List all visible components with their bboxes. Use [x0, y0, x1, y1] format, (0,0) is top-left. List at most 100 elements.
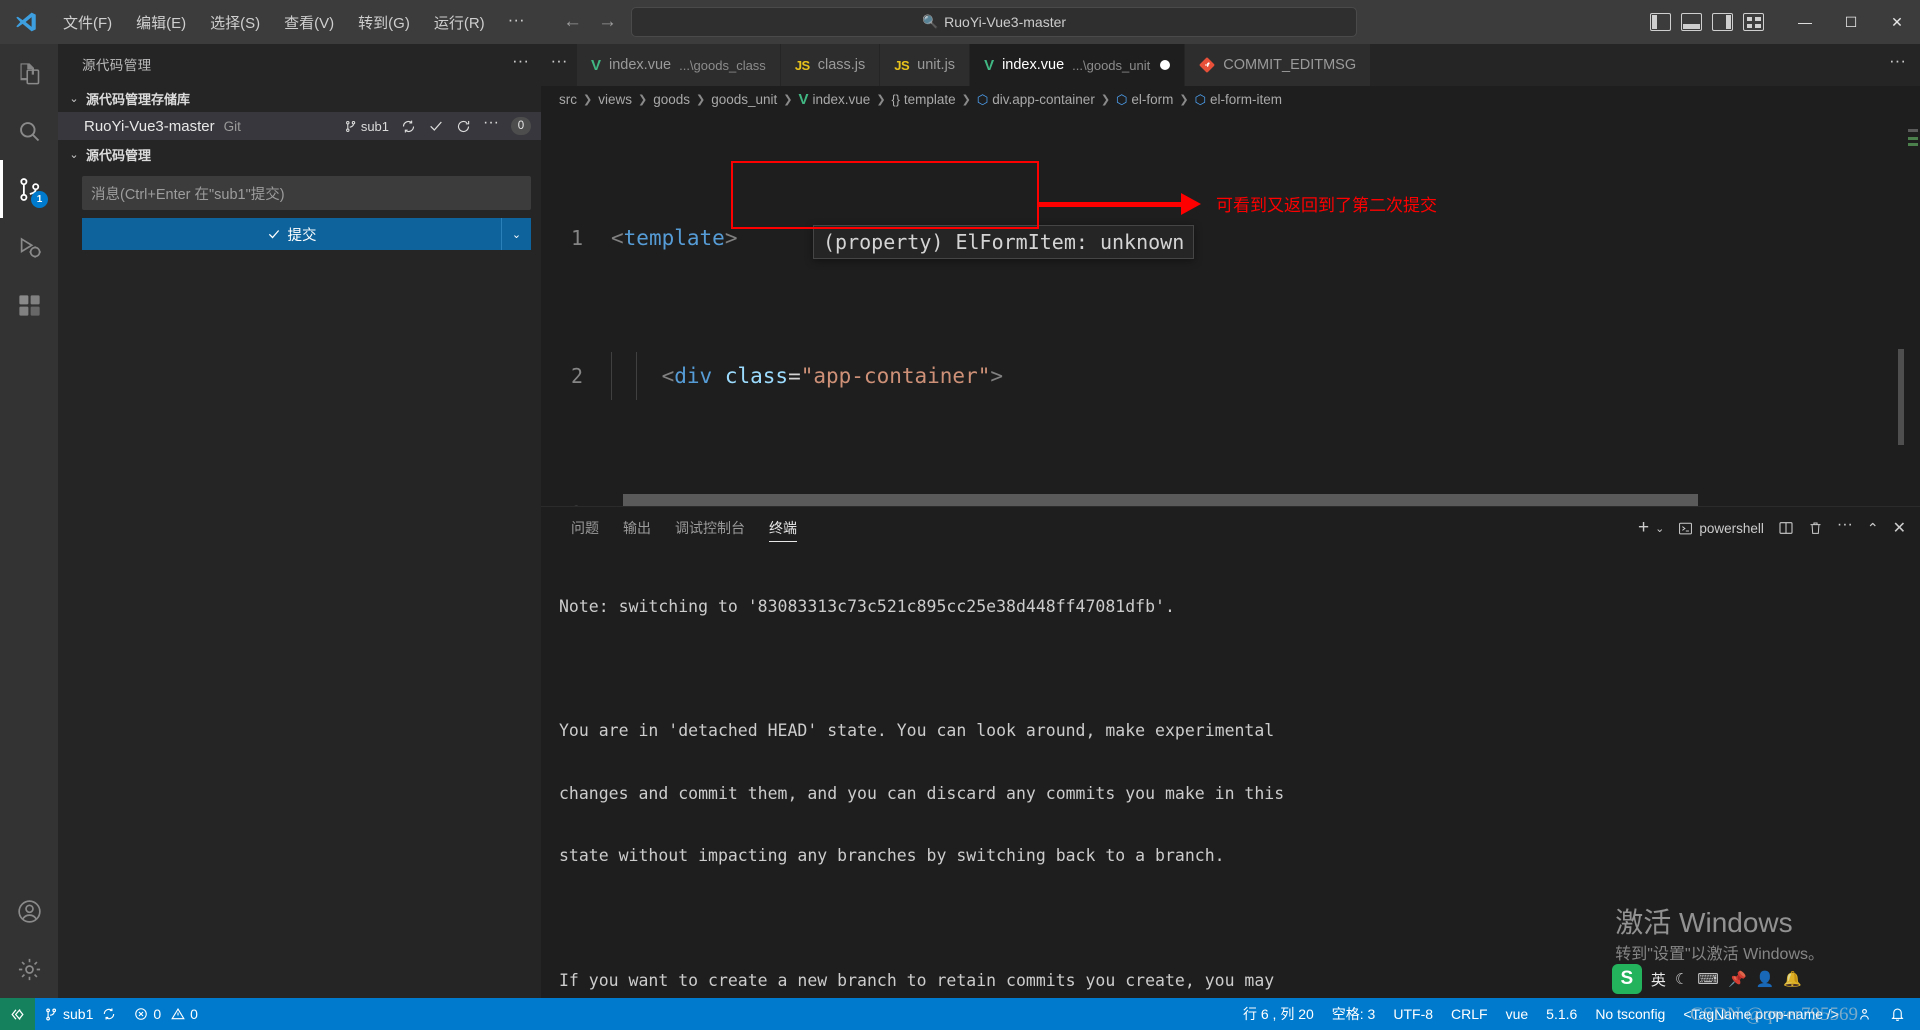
bell-icon[interactable]: 🔔 — [1783, 970, 1802, 988]
refresh-icon[interactable] — [456, 119, 471, 134]
panel-more-icon[interactable]: ··· — [1837, 516, 1853, 541]
breadcrumb-item-goods[interactable]: goods — [653, 92, 690, 107]
ime-language-indicator[interactable]: 英 — [1651, 969, 1666, 990]
commit-message-input[interactable]: 消息(Ctrl+Enter 在"sub1"提交) — [82, 176, 531, 210]
section-repositories-header[interactable]: ⌄ 源代码管理存储库 — [58, 84, 541, 112]
status-language-mode[interactable]: vue — [1497, 998, 1538, 1030]
breadcrumb-item-views[interactable]: views — [598, 92, 632, 107]
menu-file[interactable]: 文件(F) — [52, 8, 123, 37]
status-feedback[interactable] — [1848, 998, 1881, 1030]
new-terminal-icon[interactable]: + — [1638, 517, 1649, 539]
new-terminal-dropdown-icon[interactable]: ⌄ — [1655, 522, 1664, 535]
breadcrumb-item-index-vue[interactable]: V index.vue — [799, 92, 871, 107]
forward-arrow-icon[interactable]: → — [598, 11, 617, 33]
breadcrumb: src ❯ views ❯ goods ❯ goods_unit ❯ V ind… — [541, 86, 1920, 113]
menu-go[interactable]: 转到(G) — [347, 8, 421, 37]
breadcrumb-item-el-form-item[interactable]: ⬡ el-form-item — [1195, 92, 1282, 108]
tab-index-vue-goods-class[interactable]: V index.vue ...\goods_class — [577, 44, 781, 86]
breadcrumb-item-el-form[interactable]: ⬡ el-form — [1116, 92, 1173, 108]
status-tsconfig[interactable]: No tsconfig — [1586, 998, 1674, 1030]
layout-controls — [1650, 13, 1782, 31]
status-warning-count: 0 — [190, 1006, 198, 1022]
status-problems[interactable]: 0 0 — [125, 998, 207, 1030]
tab-dirty-indicator[interactable] — [1160, 60, 1171, 70]
breadcrumb-item-div-app-container[interactable]: ⬡ div.app-container — [977, 92, 1095, 108]
breadcrumb-item-goods-unit[interactable]: goods_unit — [711, 92, 777, 107]
check-icon[interactable] — [428, 118, 444, 134]
code-editor[interactable]: 1 <template> 2 <div class="app-container… — [541, 113, 1920, 506]
user-icon[interactable]: 👤 — [1756, 970, 1775, 988]
activity-manage-settings[interactable] — [0, 940, 58, 998]
horizontal-scrollbar[interactable] — [623, 494, 1698, 506]
tab-unit-js[interactable]: JS unit.js — [880, 44, 971, 86]
minimap[interactable] — [1904, 113, 1920, 506]
activity-run-debug[interactable] — [0, 218, 58, 276]
minimize-button[interactable]: — — [1782, 0, 1828, 44]
menu-run[interactable]: 运行(R) — [423, 8, 496, 37]
panel-close-icon[interactable]: ✕ — [1893, 518, 1906, 538]
commit-dropdown-button[interactable]: ⌄ — [501, 218, 531, 250]
status-notifications[interactable] — [1881, 998, 1914, 1030]
menu-selection[interactable]: 选择(S) — [199, 8, 271, 37]
git-branch-icon — [345, 120, 356, 132]
toggle-panel-icon[interactable] — [1681, 13, 1702, 31]
panel-tab-debug-console[interactable]: 调试控制台 — [663, 507, 757, 549]
activity-extensions[interactable] — [0, 276, 58, 334]
close-button[interactable]: ✕ — [1874, 0, 1920, 44]
sync-icon[interactable] — [401, 119, 416, 134]
repository-row[interactable]: RuoYi-Vue3-master Git sub1 ··· 0 — [58, 112, 541, 140]
status-eol[interactable]: CRLF — [1442, 998, 1497, 1030]
repository-more-icon[interactable]: ··· — [483, 114, 499, 138]
terminal-shell-entry[interactable]: powershell — [1678, 521, 1764, 536]
activity-source-control[interactable]: 1 — [0, 160, 58, 218]
pin-icon[interactable]: 📌 — [1728, 970, 1747, 988]
status-tag-hint[interactable]: <TagName prop-name /> — [1674, 998, 1848, 1030]
menu-edit[interactable]: 编辑(E) — [125, 8, 197, 37]
repository-branch[interactable]: sub1 — [344, 119, 389, 134]
status-indentation[interactable]: 空格: 3 — [1323, 998, 1385, 1030]
breadcrumb-item-template[interactable]: {} template — [892, 92, 956, 107]
terminal-output[interactable]: Note: switching to '83083313c73c521c895c… — [541, 549, 1920, 998]
panel-tab-problems[interactable]: 问题 — [559, 507, 611, 549]
moon-icon[interactable]: ☾ — [1675, 970, 1688, 988]
status-encoding[interactable]: UTF-8 — [1384, 998, 1442, 1030]
editor-more-actions-icon[interactable]: ··· — [1889, 51, 1906, 79]
tabs-overflow-icon[interactable]: ··· — [541, 44, 577, 86]
panel-tab-terminal[interactable]: 终端 — [757, 507, 809, 549]
status-version[interactable]: 5.1.6 — [1537, 998, 1586, 1030]
section-source-control-header[interactable]: ⌄ 源代码管理 — [58, 140, 541, 168]
status-cursor-position[interactable]: 行 6 , 列 20 — [1234, 998, 1323, 1030]
activity-accounts[interactable] — [0, 882, 58, 940]
tab-index-vue-goods-unit[interactable]: V index.vue ...\goods_unit — [970, 44, 1186, 86]
tab-path: ...\goods_unit — [1072, 57, 1151, 73]
menu-bar: 文件(F) 编辑(E) 选择(S) 查看(V) 转到(G) 运行(R) ··· — [52, 8, 535, 37]
editor-actions: ··· — [1889, 44, 1920, 86]
split-terminal-icon[interactable] — [1778, 520, 1794, 536]
quick-input-search[interactable]: 🔍 RuoYi-Vue3-master — [631, 7, 1357, 37]
status-branch[interactable]: sub1 — [35, 998, 125, 1030]
keyboard-icon[interactable]: ⌨ — [1697, 970, 1719, 988]
menu-view[interactable]: 查看(V) — [273, 8, 345, 37]
menu-more-icon[interactable]: ··· — [498, 9, 535, 36]
vue-icon: V — [591, 56, 602, 74]
panel-tab-output[interactable]: 输出 — [611, 507, 663, 549]
toggle-primary-sidebar-icon[interactable] — [1650, 13, 1671, 31]
trash-icon[interactable] — [1808, 520, 1823, 536]
status-remote-host[interactable] — [0, 998, 35, 1030]
customize-layout-icon[interactable] — [1743, 13, 1764, 31]
activity-explorer[interactable] — [0, 44, 58, 102]
back-arrow-icon[interactable]: ← — [563, 11, 582, 33]
panel-maximize-icon[interactable]: ⌃ — [1867, 520, 1879, 537]
panel-actions: + ⌄ powershell ··· ⌃ ✕ — [1638, 516, 1906, 541]
sidebar-more-actions-icon[interactable]: ··· — [512, 51, 529, 78]
terminal-line: Note: switching to '83083313c73c521c895c… — [559, 596, 1175, 616]
maximize-button[interactable]: ☐ — [1828, 0, 1874, 44]
breadcrumb-item-src[interactable]: src — [559, 92, 577, 107]
activity-search[interactable] — [0, 102, 58, 160]
commit-button[interactable]: 提交 — [82, 218, 501, 250]
tab-class-js[interactable]: JS class.js — [780, 44, 881, 86]
sogou-ime-icon[interactable]: S — [1611, 964, 1642, 994]
toggle-secondary-sidebar-icon[interactable] — [1712, 13, 1733, 31]
tab-commit-editmsg[interactable]: COMMIT_EDITMSG — [1185, 44, 1372, 86]
